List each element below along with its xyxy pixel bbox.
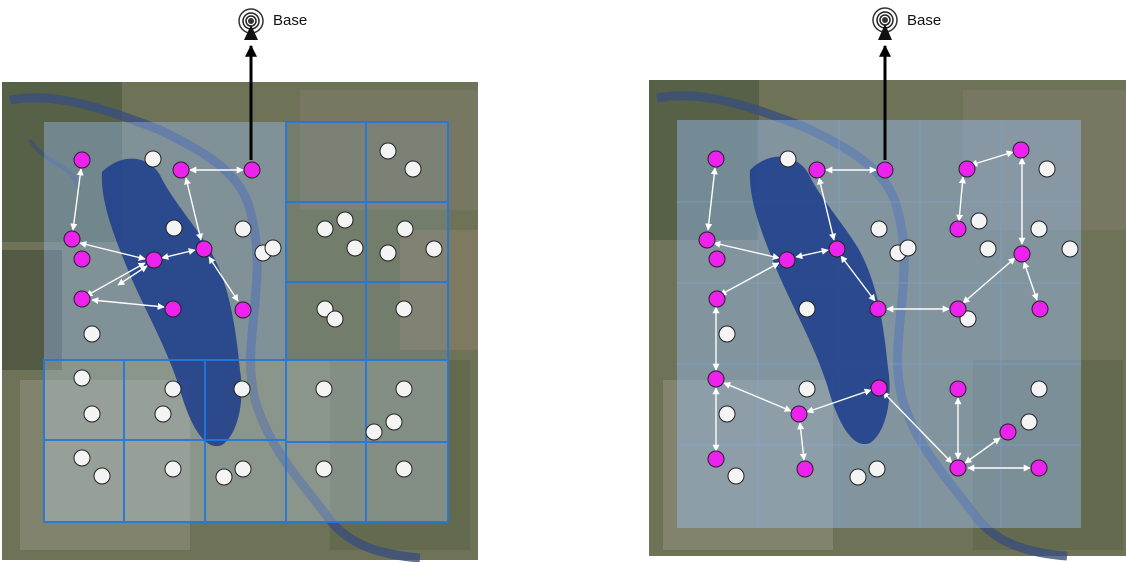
- idle-node: [379, 244, 397, 262]
- idle-node: [215, 468, 233, 486]
- active-node: [949, 220, 967, 238]
- active-node: [808, 161, 826, 179]
- idle-node: [404, 160, 422, 178]
- active-node: [63, 230, 81, 248]
- active-node: [1013, 245, 1031, 263]
- idle-node: [336, 211, 354, 229]
- idle-node: [365, 423, 383, 441]
- idle-node: [1020, 413, 1038, 431]
- idle-node: [1030, 220, 1048, 238]
- active-node: [1031, 300, 1049, 318]
- idle-node: [970, 212, 988, 230]
- idle-node: [396, 220, 414, 238]
- active-node: [707, 150, 725, 168]
- active-node: [707, 370, 725, 388]
- base-label: Base: [907, 12, 942, 29]
- idle-node: [315, 460, 333, 478]
- active-node: [172, 161, 190, 179]
- active-node: [1030, 459, 1048, 477]
- idle-node: [718, 405, 736, 423]
- active-node: [195, 240, 213, 258]
- active-node: [145, 251, 163, 269]
- idle-node: [798, 300, 816, 318]
- antenna-icon: [872, 7, 898, 40]
- idle-node: [868, 460, 886, 478]
- idle-node: [718, 325, 736, 343]
- active-node: [708, 250, 726, 268]
- idle-node: [264, 239, 282, 257]
- active-node: [796, 460, 814, 478]
- active-node: [949, 459, 967, 477]
- right-diagram-svg: [649, 7, 1126, 561]
- active-node: [949, 380, 967, 398]
- right-diagram: Base: [563, 0, 1126, 562]
- idle-node: [73, 369, 91, 387]
- active-node: [164, 300, 182, 318]
- active-node: [234, 301, 252, 319]
- base-label: Base: [273, 12, 308, 29]
- active-node: [73, 290, 91, 308]
- idle-node: [83, 325, 101, 343]
- active-node: [73, 250, 91, 268]
- idle-node: [379, 142, 397, 160]
- active-node: [778, 251, 796, 269]
- idle-node: [870, 220, 888, 238]
- left-diagram-svg: [2, 8, 478, 562]
- idle-node: [83, 405, 101, 423]
- active-node: [876, 161, 894, 179]
- idle-node: [727, 467, 745, 485]
- active-node: [707, 450, 725, 468]
- active-node: [949, 300, 967, 318]
- idle-node: [164, 460, 182, 478]
- idle-node: [165, 219, 183, 237]
- idle-node: [315, 380, 333, 398]
- idle-node: [385, 413, 403, 431]
- idle-node: [73, 449, 91, 467]
- idle-node: [234, 460, 252, 478]
- idle-node: [93, 467, 111, 485]
- active-node: [999, 423, 1017, 441]
- idle-node: [234, 220, 252, 238]
- idle-node: [346, 239, 364, 257]
- idle-node: [233, 380, 251, 398]
- idle-node: [395, 380, 413, 398]
- idle-node: [164, 380, 182, 398]
- active-node: [698, 231, 716, 249]
- antenna-icon: [238, 8, 264, 40]
- idle-node: [1061, 240, 1079, 258]
- idle-node: [154, 405, 172, 423]
- active-node: [73, 151, 91, 169]
- idle-node: [1038, 160, 1056, 178]
- active-node: [1012, 141, 1030, 159]
- active-node: [828, 240, 846, 258]
- idle-node: [1030, 380, 1048, 398]
- idle-node: [779, 150, 797, 168]
- active-node: [958, 160, 976, 178]
- idle-node: [899, 239, 917, 257]
- idle-node: [395, 300, 413, 318]
- active-node: [243, 161, 261, 179]
- idle-node: [849, 468, 867, 486]
- idle-node: [316, 220, 334, 238]
- idle-node: [979, 240, 997, 258]
- left-diagram: Base: [0, 0, 563, 562]
- idle-node: [425, 240, 443, 258]
- active-node: [869, 300, 887, 318]
- active-node: [870, 379, 888, 397]
- idle-node: [395, 460, 413, 478]
- idle-node: [326, 310, 344, 328]
- idle-node: [144, 150, 162, 168]
- active-node: [708, 290, 726, 308]
- active-node: [790, 405, 808, 423]
- idle-node: [798, 380, 816, 398]
